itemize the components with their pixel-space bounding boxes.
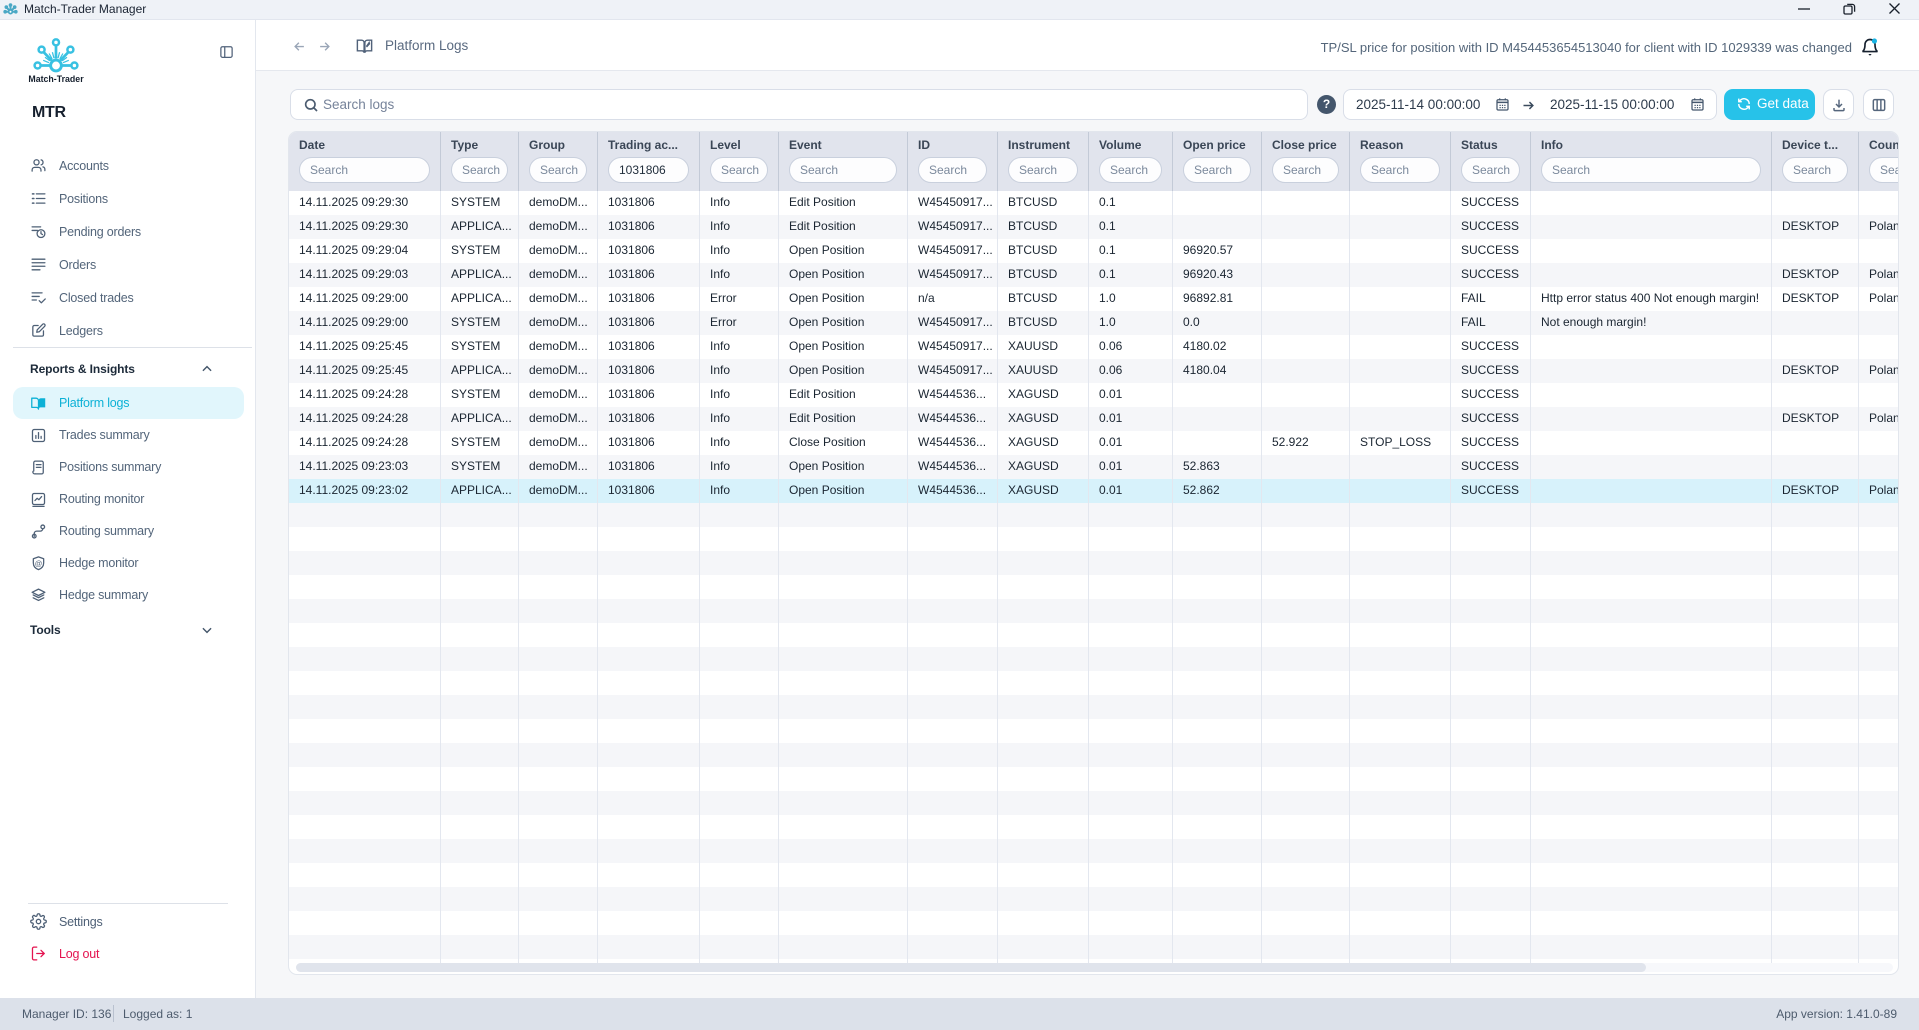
svg-text:@: @	[35, 559, 43, 568]
